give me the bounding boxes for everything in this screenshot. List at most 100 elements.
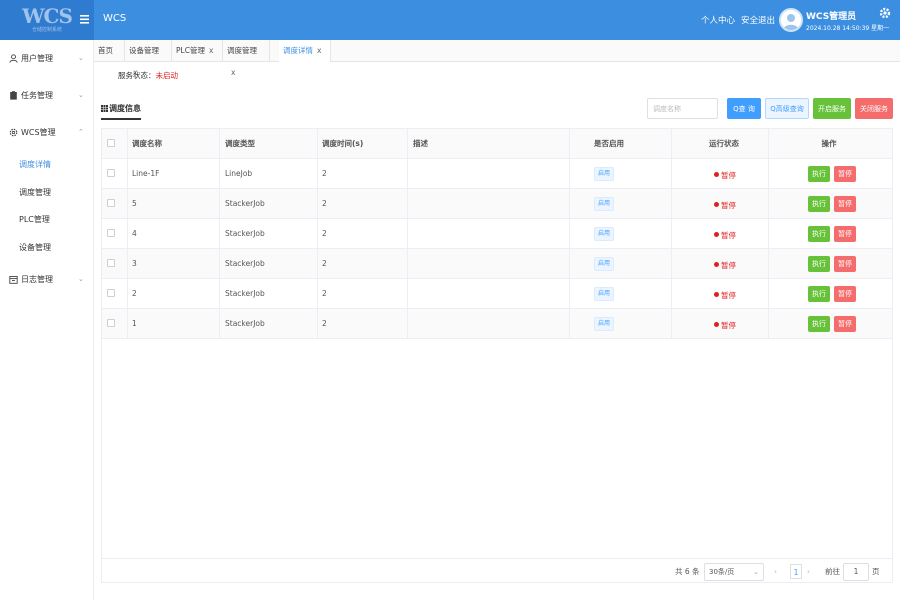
- status-dot-icon: [714, 292, 719, 297]
- row-checkbox[interactable]: [107, 169, 115, 177]
- run-state: 暂停: [714, 200, 736, 211]
- tab-plc-manage[interactable]: PLC管理 x: [172, 40, 223, 62]
- next-page-button[interactable]: ›: [807, 565, 810, 579]
- calendar-icon: [9, 275, 18, 284]
- chevron-up-icon: ⌃: [78, 128, 84, 136]
- cell-name: Line-1F: [132, 169, 160, 178]
- logout-link[interactable]: 安全退出: [741, 14, 775, 26]
- tab-home[interactable]: 首页: [94, 40, 125, 62]
- search-input[interactable]: [647, 98, 718, 119]
- row-checkbox[interactable]: [107, 229, 115, 237]
- run-button[interactable]: 执行: [808, 316, 830, 332]
- enabled-tag: 启用: [594, 197, 614, 211]
- cell-time: 2: [322, 259, 327, 268]
- select-all-checkbox[interactable]: [107, 139, 115, 147]
- run-button[interactable]: 执行: [808, 196, 830, 212]
- chevron-down-icon: ⌄: [78, 91, 84, 99]
- advanced-query-button[interactable]: Q高级查询: [765, 98, 809, 119]
- page-number-current[interactable]: 1: [790, 564, 802, 579]
- user-name: WCS管理员: [806, 12, 857, 22]
- enabled-tag: 启用: [594, 317, 614, 331]
- run-state: 暂停: [714, 320, 736, 331]
- tab-dispatch-manage[interactable]: 调度管理 x: [223, 40, 270, 77]
- cell-time: 2: [322, 319, 327, 328]
- sidebar-group-logs[interactable]: 日志管理 ⌄: [0, 268, 94, 290]
- tab-label: PLC管理: [176, 46, 205, 55]
- table-header: 调度名称 调度类型 调度时间(s) 描述 是否启用 运行状态 操作: [102, 129, 892, 159]
- row-checkbox[interactable]: [107, 259, 115, 267]
- tab-label: 设备管理: [129, 46, 159, 55]
- sidebar-item-device[interactable]: 设备管理: [0, 236, 94, 258]
- sidebar-item-label: 设备管理: [19, 242, 51, 252]
- cell-type: StackerJob: [225, 289, 265, 298]
- pause-button[interactable]: 暂停: [834, 196, 856, 212]
- pause-button[interactable]: 暂停: [834, 316, 856, 332]
- gear-icon[interactable]: [879, 7, 891, 19]
- prev-page-button[interactable]: ‹: [774, 565, 777, 579]
- run-state: 暂停: [714, 230, 736, 241]
- tab-bar: 首页 设备管理x PLC管理 x 调度管理 x 调度详情 x: [94, 40, 900, 77]
- run-button[interactable]: 执行: [808, 166, 830, 182]
- cell-time: 2: [322, 289, 327, 298]
- run-state-text: 暂停: [721, 321, 736, 330]
- cell-type: StackerJob: [225, 229, 265, 238]
- run-state-text: 暂停: [721, 201, 736, 210]
- goto-page-input[interactable]: 1: [843, 563, 869, 581]
- header-type: 调度类型: [225, 139, 255, 148]
- chevron-down-icon: ⌄: [753, 568, 759, 576]
- cell-time: 2: [322, 169, 327, 178]
- sidebar-item-label: PLC管理: [19, 214, 50, 224]
- close-icon[interactable]: x: [317, 46, 321, 55]
- row-checkbox[interactable]: [107, 319, 115, 327]
- tab-dispatch-detail[interactable]: 调度详情 x: [279, 40, 331, 62]
- run-state: 暂停: [714, 170, 736, 181]
- stop-service-button[interactable]: 关闭服务: [855, 98, 893, 119]
- cell-name: 2: [132, 289, 137, 298]
- table-row[interactable]: 2 StackerJob 2 启用 暂停 执行 暂停: [102, 279, 892, 309]
- sidebar-group-users[interactable]: 用户管理 ⌄: [0, 47, 94, 69]
- cell-name: 3: [132, 259, 137, 268]
- row-checkbox[interactable]: [107, 199, 115, 207]
- start-service-button[interactable]: 开启服务: [813, 98, 851, 119]
- table-row[interactable]: 3 StackerJob 2 启用 暂停 执行 暂停: [102, 249, 892, 279]
- sidebar-group-tasks[interactable]: 任务管理 ⌄: [0, 84, 94, 106]
- top-bar: WCS 仓储控制系统 WCS 个人中心 安全退出 WCS管理员 2024.10.…: [0, 0, 900, 40]
- sidebar-group-wcs[interactable]: WCS管理 ⌃: [0, 121, 94, 143]
- run-state-text: 暂停: [721, 171, 736, 180]
- table-row[interactable]: 4 StackerJob 2 启用 暂停 执行 暂停: [102, 219, 892, 249]
- table-row[interactable]: Line-1F LineJob 2 启用 暂停 执行 暂停: [102, 159, 892, 189]
- cell-name: 1: [132, 319, 137, 328]
- table-row[interactable]: 1 StackerJob 2 启用 暂停 执行 暂停: [102, 309, 892, 339]
- run-state-text: 暂停: [721, 261, 736, 270]
- table-row[interactable]: 5 StackerJob 2 启用 暂停 执行 暂停: [102, 189, 892, 219]
- header-desc: 描述: [413, 139, 428, 148]
- run-button[interactable]: 执行: [808, 226, 830, 242]
- avatar-icon: [779, 8, 803, 32]
- run-button[interactable]: 执行: [808, 256, 830, 272]
- pause-button[interactable]: 暂停: [834, 256, 856, 272]
- close-icon[interactable]: x: [231, 68, 235, 77]
- page-size-select[interactable]: 30条/页 ⌄: [704, 563, 764, 581]
- pause-button[interactable]: 暂停: [834, 166, 856, 182]
- sidebar-item-dispatch-manage[interactable]: 调度管理: [0, 181, 94, 203]
- close-icon[interactable]: x: [209, 46, 213, 55]
- sidebar: 用户管理 ⌄ 任务管理 ⌄ WCS管理 ⌃ 调度详情 调度管理 PLC管理 设备…: [0, 40, 94, 600]
- sidebar-item-plc[interactable]: PLC管理: [0, 208, 94, 230]
- pause-button[interactable]: 暂停: [834, 286, 856, 302]
- profile-link[interactable]: 个人中心: [701, 14, 735, 26]
- section-title-text: 调度信息: [109, 104, 141, 113]
- total-count: 共 6 条: [675, 567, 700, 576]
- user-icon: [9, 53, 18, 63]
- query-button[interactable]: Q查 询: [727, 98, 761, 119]
- section-title: 调度信息: [101, 103, 141, 120]
- pause-button[interactable]: 暂停: [834, 226, 856, 242]
- run-button[interactable]: 执行: [808, 286, 830, 302]
- goto-label: 前往: [825, 567, 840, 576]
- tab-device-manage[interactable]: 设备管理x: [125, 40, 172, 77]
- row-checkbox[interactable]: [107, 289, 115, 297]
- cell-type: StackerJob: [225, 199, 265, 208]
- sidebar-item-dispatch-detail[interactable]: 调度详情: [0, 153, 94, 175]
- avatar[interactable]: [779, 4, 803, 36]
- menu-toggle-icon[interactable]: [80, 13, 92, 27]
- run-state-text: 暂停: [721, 231, 736, 240]
